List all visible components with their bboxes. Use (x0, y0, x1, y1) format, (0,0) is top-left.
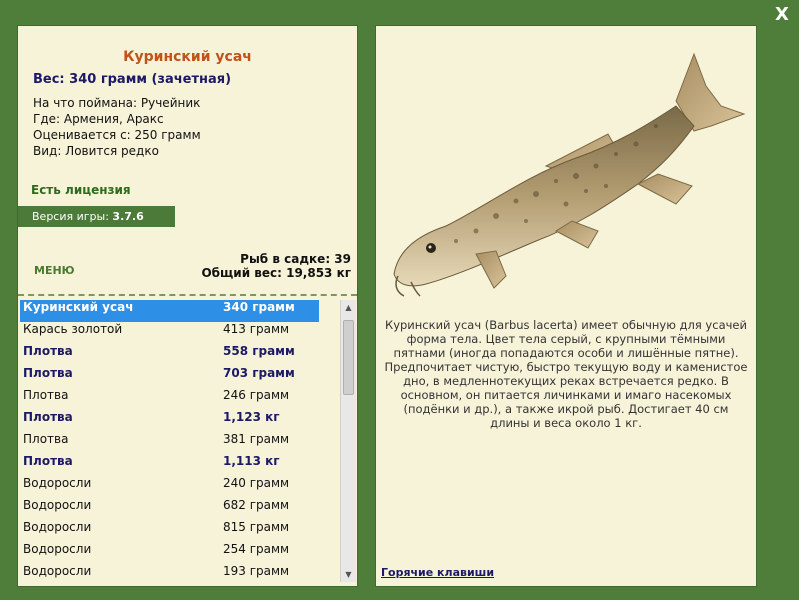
scroll-down-icon[interactable]: ▼ (341, 567, 356, 582)
close-button[interactable]: X (773, 4, 791, 26)
rarity: Вид: Ловится редко (33, 144, 159, 158)
scrollbar[interactable]: ▲ ▼ (340, 300, 356, 582)
catch-list[interactable]: Куринский усач 340 грамм Карась золотой 413… (18, 300, 338, 582)
version-label: Версия игры: (32, 210, 109, 223)
valued-from: Оценивается с: 250 грамм (33, 128, 201, 142)
caught-with: На что поймана: Ручейник (33, 96, 201, 110)
fish-detail-panel: Куринский усач (Barbus lacerta) имеет об… (375, 25, 757, 587)
list-item-name: Плотва (23, 344, 73, 358)
game-version: Версия игры: 3.7.6 (18, 206, 175, 227)
list-item-weight: 1,123 кг (223, 410, 280, 424)
keepnet-stats: Рыб в садке: 39 Общий вес: 19,853 кг (201, 252, 351, 280)
list-item[interactable]: Плотва 1,113 кг (18, 454, 338, 476)
fish-image (376, 26, 756, 311)
list-item[interactable]: Водоросли 254 грамм (18, 542, 338, 564)
divider (18, 294, 357, 296)
license-status: Есть лицензия (31, 183, 131, 197)
list-item-weight: 340 грамм (223, 300, 295, 314)
scroll-up-icon[interactable]: ▲ (341, 300, 356, 315)
list-item[interactable]: Плотва 381 грамм (18, 432, 338, 454)
list-item[interactable]: Водоросли 682 грамм (18, 498, 338, 520)
list-item[interactable]: Плотва 703 грамм (18, 366, 338, 388)
list-item[interactable]: Куринский усач 340 грамм (20, 300, 319, 322)
list-item-weight: 1,113 кг (223, 454, 280, 468)
list-item-weight: 240 грамм (223, 476, 290, 490)
list-item[interactable]: Плотва 246 грамм (18, 388, 338, 410)
list-item-weight: 703 грамм (223, 366, 295, 380)
catch-info-panel: Куринский усач Вес: 340 грамм (зачетная)… (17, 25, 358, 587)
list-item[interactable]: Водоросли 815 грамм (18, 520, 338, 542)
list-item-name: Плотва (23, 366, 73, 380)
list-item-weight: 682 грамм (223, 498, 290, 512)
list-item-name: Куринский усач (23, 300, 134, 314)
list-item-name: Водоросли (23, 520, 92, 534)
list-item-weight: 381 грамм (223, 432, 290, 446)
total-weight: Общий вес: 19,853 кг (201, 266, 351, 280)
list-item-name: Водоросли (23, 564, 92, 578)
list-item-name: Водоросли (23, 476, 92, 490)
caught-where: Где: Армения, Аракс (33, 112, 164, 126)
fish-info: На что поймана: Ручейник Где: Армения, А… (33, 95, 201, 159)
version-value: 3.7.6 (112, 210, 144, 223)
list-item-weight: 815 грамм (223, 520, 290, 534)
barbel-fish-icon (393, 52, 746, 297)
list-item-weight: 254 грамм (223, 542, 290, 556)
list-item-name: Карась золотой (23, 322, 123, 336)
list-item-weight: 193 грамм (223, 564, 290, 578)
list-item-name: Плотва (23, 388, 69, 402)
list-item-weight: 413 грамм (223, 322, 290, 336)
list-item[interactable]: Плотва 558 грамм (18, 344, 338, 366)
list-item-name: Плотва (23, 432, 69, 446)
menu-button[interactable]: МЕНЮ (34, 264, 75, 277)
list-item-weight: 558 грамм (223, 344, 295, 358)
list-item[interactable]: Карась золотой 413 грамм (18, 322, 338, 344)
list-item[interactable]: Водоросли 240 грамм (18, 476, 338, 498)
fish-weight: Вес: 340 грамм (зачетная) (33, 72, 232, 87)
list-item-name: Водоросли (23, 542, 92, 556)
fish-title: Куринский усач (123, 49, 252, 65)
list-item-name: Плотва (23, 410, 73, 424)
fish-count: Рыб в садке: 39 (240, 252, 351, 266)
list-item-weight: 246 грамм (223, 388, 290, 402)
list-item[interactable]: Плотва 1,123 кг (18, 410, 338, 432)
list-item-name: Плотва (23, 454, 73, 468)
list-item-name: Водоросли (23, 498, 92, 512)
fish-description: Куринский усач (Barbus lacerta) имеет об… (384, 318, 748, 430)
scroll-thumb[interactable] (343, 320, 354, 395)
list-item[interactable]: Водоросли 193 грамм (18, 564, 338, 582)
hotkeys-link[interactable]: Горячие клавиши (381, 566, 494, 579)
